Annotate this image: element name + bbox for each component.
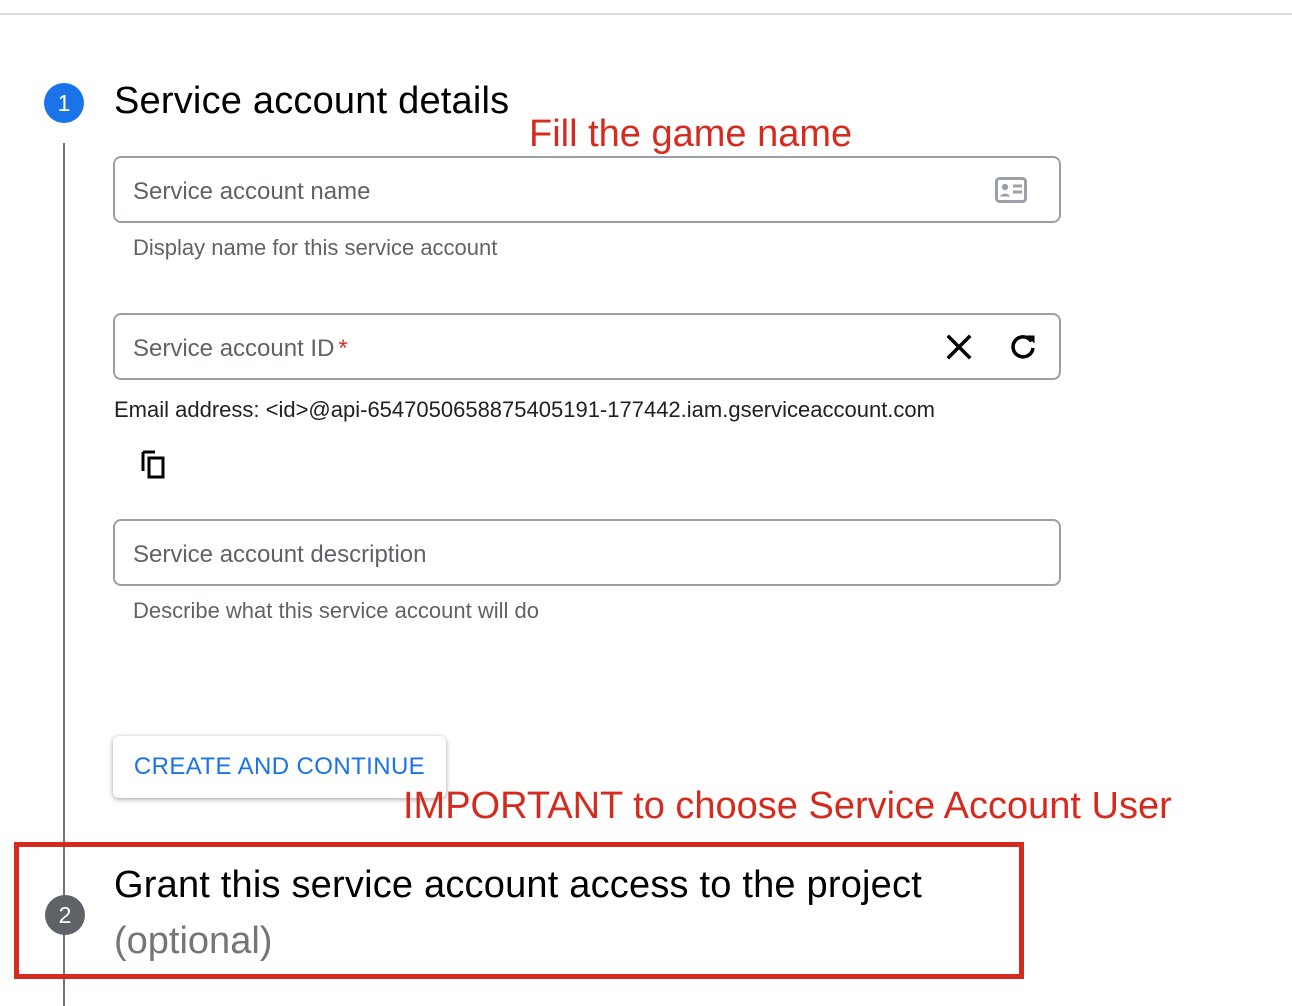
service-account-id-field[interactable]: Service account ID * xyxy=(113,313,1061,380)
service-account-name-field[interactable]: Service account name xyxy=(113,156,1061,223)
annotation-fill-name: Fill the game name xyxy=(529,113,853,155)
step-1-title: Service account details xyxy=(114,80,510,122)
step-1-indicator: 1 xyxy=(44,83,84,123)
step-2-optional-label: (optional) xyxy=(114,920,273,962)
email-address-text: Email address: <id>@api-6547050658875405… xyxy=(114,397,935,422)
step-2-indicator[interactable]: 2 xyxy=(45,895,85,935)
step-2-number: 2 xyxy=(58,901,72,928)
close-icon[interactable] xyxy=(945,333,973,361)
copy-icon[interactable] xyxy=(139,449,171,481)
service-account-id-label-text: Service account ID xyxy=(133,335,335,362)
service-account-description-label: Service account description xyxy=(133,541,427,568)
service-account-id-label: Service account ID * xyxy=(133,335,348,363)
service-account-name-label: Service account name xyxy=(133,178,371,205)
refresh-icon[interactable] xyxy=(1007,331,1039,363)
step-2-title[interactable]: Grant this service account access to the… xyxy=(114,864,922,907)
required-marker: * xyxy=(338,335,348,362)
service-account-description-helper: Describe what this service account will … xyxy=(133,598,539,623)
service-account-name-helper: Display name for this service account xyxy=(133,235,498,260)
top-divider xyxy=(0,13,1292,15)
create-and-continue-button[interactable]: CREATE AND CONTINUE xyxy=(113,736,446,798)
contact-card-icon xyxy=(995,176,1027,203)
service-account-description-field[interactable]: Service account description xyxy=(113,519,1061,586)
step-1-number: 1 xyxy=(57,89,71,116)
annotation-important: IMPORTANT to choose Service Account User xyxy=(403,785,1172,827)
